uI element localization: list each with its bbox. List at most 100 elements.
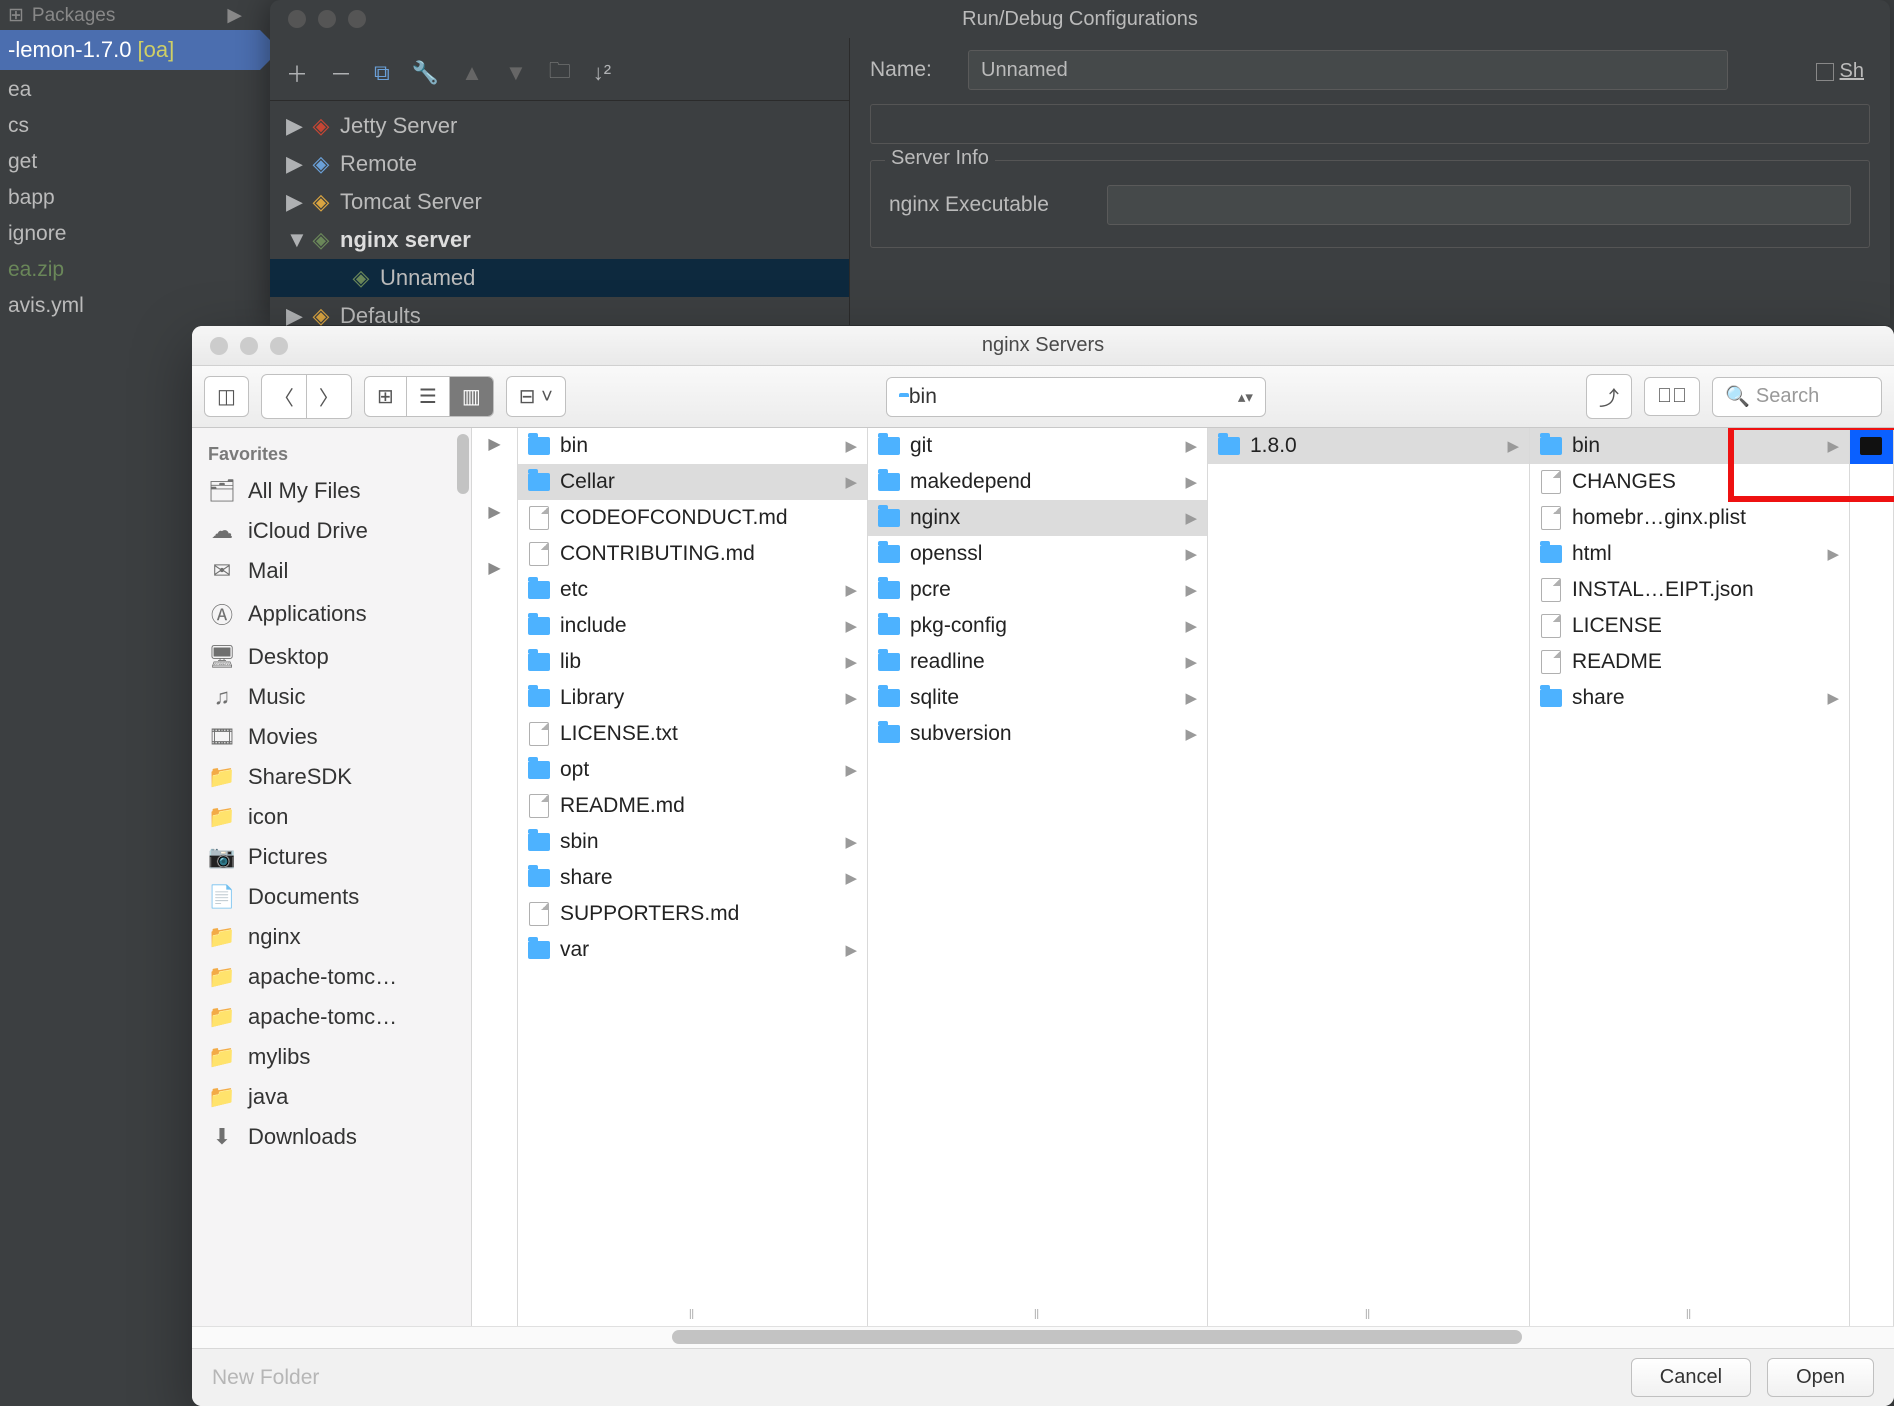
back-button[interactable]: 〈 (262, 375, 307, 418)
sidebar-item[interactable]: 📁ShareSDK (192, 757, 471, 797)
sidebar-item[interactable]: 🎞Movies (192, 717, 471, 757)
scrollbar-thumb[interactable] (672, 1330, 1522, 1344)
column-row[interactable]: README.md (518, 788, 867, 824)
cancel-button[interactable]: Cancel (1631, 1358, 1751, 1397)
expand-icon[interactable]: ▶ (286, 145, 302, 183)
column-row[interactable]: ▶ (472, 552, 517, 584)
expand-icon[interactable]: ▼ (286, 221, 302, 259)
column-row[interactable]: lib▶ (518, 644, 867, 680)
sidebar-item[interactable]: 📁apache-tomc… (192, 997, 471, 1037)
project-tree-item[interactable]: ea.zip (0, 252, 250, 288)
column-row[interactable]: homebr…ginx.plist (1530, 500, 1849, 536)
column-row[interactable] (472, 460, 517, 472)
down-icon[interactable]: ▼ (505, 60, 527, 86)
finder-sidebar[interactable]: Favorites 🗂All My Files☁iCloud Drive✉Mai… (192, 428, 472, 1326)
add-button[interactable]: ＋ (286, 57, 308, 89)
sidebar-item[interactable]: 📁apache-tomc… (192, 957, 471, 997)
column-row[interactable]: INSTAL…EIPT.json (1530, 572, 1849, 608)
column-row[interactable]: git▶ (868, 428, 1207, 464)
column-row[interactable]: LICENSE.txt (518, 716, 867, 752)
copy-icon[interactable]: ⧉ (374, 60, 390, 86)
path-selector[interactable]: bin ▴▾ (886, 377, 1266, 417)
column-row[interactable] (472, 528, 517, 540)
expand-icon[interactable]: ▶ (286, 107, 302, 145)
config-tree[interactable]: ▶◈Jetty Server▶◈Remote▶◈Tomcat Server▼◈n… (270, 101, 849, 335)
column-row[interactable]: openssl▶ (868, 536, 1207, 572)
column-row[interactable]: CONTRIBUTING.md (518, 536, 867, 572)
column-row[interactable]: html▶ (1530, 536, 1849, 572)
column-row[interactable]: pkg-config▶ (868, 608, 1207, 644)
column-row[interactable]: 1.8.0▶ (1208, 428, 1529, 464)
tags-button[interactable]: ◯⃠ (1644, 377, 1700, 416)
config-tree-item[interactable]: ◈Unnamed (270, 259, 849, 297)
project-tree[interactable]: eacsgetbappignoreea.zipavis.yml (0, 72, 250, 324)
column-row[interactable]: var▶ (518, 932, 867, 968)
column-row[interactable]: include▶ (518, 608, 867, 644)
column-view-button[interactable]: ▥ (450, 377, 493, 416)
column-row[interactable]: CHANGES (1530, 464, 1849, 500)
column-row[interactable]: LICENSE (1530, 608, 1849, 644)
share-button[interactable]: ⤴ (1586, 374, 1632, 419)
sidebar-item[interactable]: 📄Documents (192, 877, 471, 917)
column-row[interactable]: CODEOFCONDUCT.md (518, 500, 867, 536)
finder-titlebar[interactable]: nginx Servers (192, 326, 1894, 366)
sidebar-item[interactable]: ♫Music (192, 677, 471, 717)
column-row[interactable]: Library▶ (518, 680, 867, 716)
column-row[interactable]: share▶ (1530, 680, 1849, 716)
config-tree-item[interactable]: ▶◈Remote (270, 145, 849, 183)
column-row[interactable]: readline▶ (868, 644, 1207, 680)
column-row[interactable]: Cellar▶ (518, 464, 867, 500)
column-row[interactable]: pcre▶ (868, 572, 1207, 608)
list-view-button[interactable]: ☰ (407, 377, 450, 416)
column-row[interactable]: SUPPORTERS.md (518, 896, 867, 932)
project-tree-item[interactable]: bapp (0, 180, 250, 216)
arrange-button[interactable]: ⊟ ˅ (506, 376, 566, 417)
column-0[interactable]: bin▶Cellar▶CODEOFCONDUCT.mdCONTRIBUTING.… (518, 428, 868, 1326)
sidebar-item[interactable]: ☁iCloud Drive (192, 511, 471, 551)
wrench-icon[interactable]: 🔧 (412, 60, 439, 86)
column-row[interactable] (472, 540, 517, 552)
forward-button[interactable]: 〉 (307, 375, 351, 418)
column-row[interactable]: sqlite▶ (868, 680, 1207, 716)
sidebar-item[interactable]: 📁icon (192, 797, 471, 837)
column-row[interactable]: makedepend▶ (868, 464, 1207, 500)
column-row[interactable]: sbin▶ (518, 824, 867, 860)
column-partial[interactable]: ▶ ▶ ▶ (472, 428, 518, 1326)
config-tree-item[interactable]: ▶◈Jetty Server (270, 107, 849, 145)
up-icon[interactable]: ▲ (461, 60, 483, 86)
column-4[interactable]: nginx (1850, 428, 1894, 1326)
sidebar-toggle-button[interactable]: ◫ (204, 376, 249, 417)
nginx-exec-input[interactable] (1107, 185, 1851, 225)
column-row[interactable]: README (1530, 644, 1849, 680)
column-row[interactable]: opt▶ (518, 752, 867, 788)
sidebar-item[interactable]: 🖥Desktop (192, 637, 471, 677)
expand-icon[interactable]: ▶ (286, 183, 302, 221)
project-tree-item[interactable]: get (0, 144, 250, 180)
sidebar-item[interactable]: ⬇Downloads (192, 1117, 471, 1157)
column-1[interactable]: git▶makedepend▶nginx▶openssl▶pcre▶pkg-co… (868, 428, 1208, 1326)
column-row[interactable]: bin▶ (518, 428, 867, 464)
resize-handle[interactable]: ‖ (1034, 1306, 1042, 1322)
column-row[interactable]: ▶ (472, 496, 517, 528)
project-tree-item[interactable]: avis.yml (0, 288, 250, 324)
column-row[interactable]: ▶ (472, 428, 517, 460)
column-row[interactable]: share▶ (518, 860, 867, 896)
sidebar-item[interactable]: 📁mylibs (192, 1037, 471, 1077)
folder-icon[interactable]: 🗀 (549, 54, 571, 92)
project-tree-item[interactable]: ea (0, 72, 250, 108)
scrollbar-thumb[interactable] (457, 434, 469, 494)
project-tree-item[interactable]: ignore (0, 216, 250, 252)
resize-handle[interactable]: ‖ (689, 1306, 697, 1322)
name-input[interactable] (968, 50, 1728, 90)
sidebar-item[interactable]: 📷Pictures (192, 837, 471, 877)
column-row[interactable] (472, 472, 517, 484)
column-row[interactable] (472, 484, 517, 496)
column-row[interactable]: nginx▶ (868, 500, 1207, 536)
resize-handle[interactable]: ‖ (1365, 1306, 1373, 1322)
icon-view-button[interactable]: ⊞ (365, 377, 407, 416)
column-2[interactable]: 1.8.0▶ ‖ (1208, 428, 1530, 1326)
config-tree-item[interactable]: ▶◈Tomcat Server (270, 183, 849, 221)
project-tree-item[interactable]: cs (0, 108, 250, 144)
sidebar-item[interactable]: 📁java (192, 1077, 471, 1117)
column-row[interactable]: nginx (1850, 428, 1893, 464)
